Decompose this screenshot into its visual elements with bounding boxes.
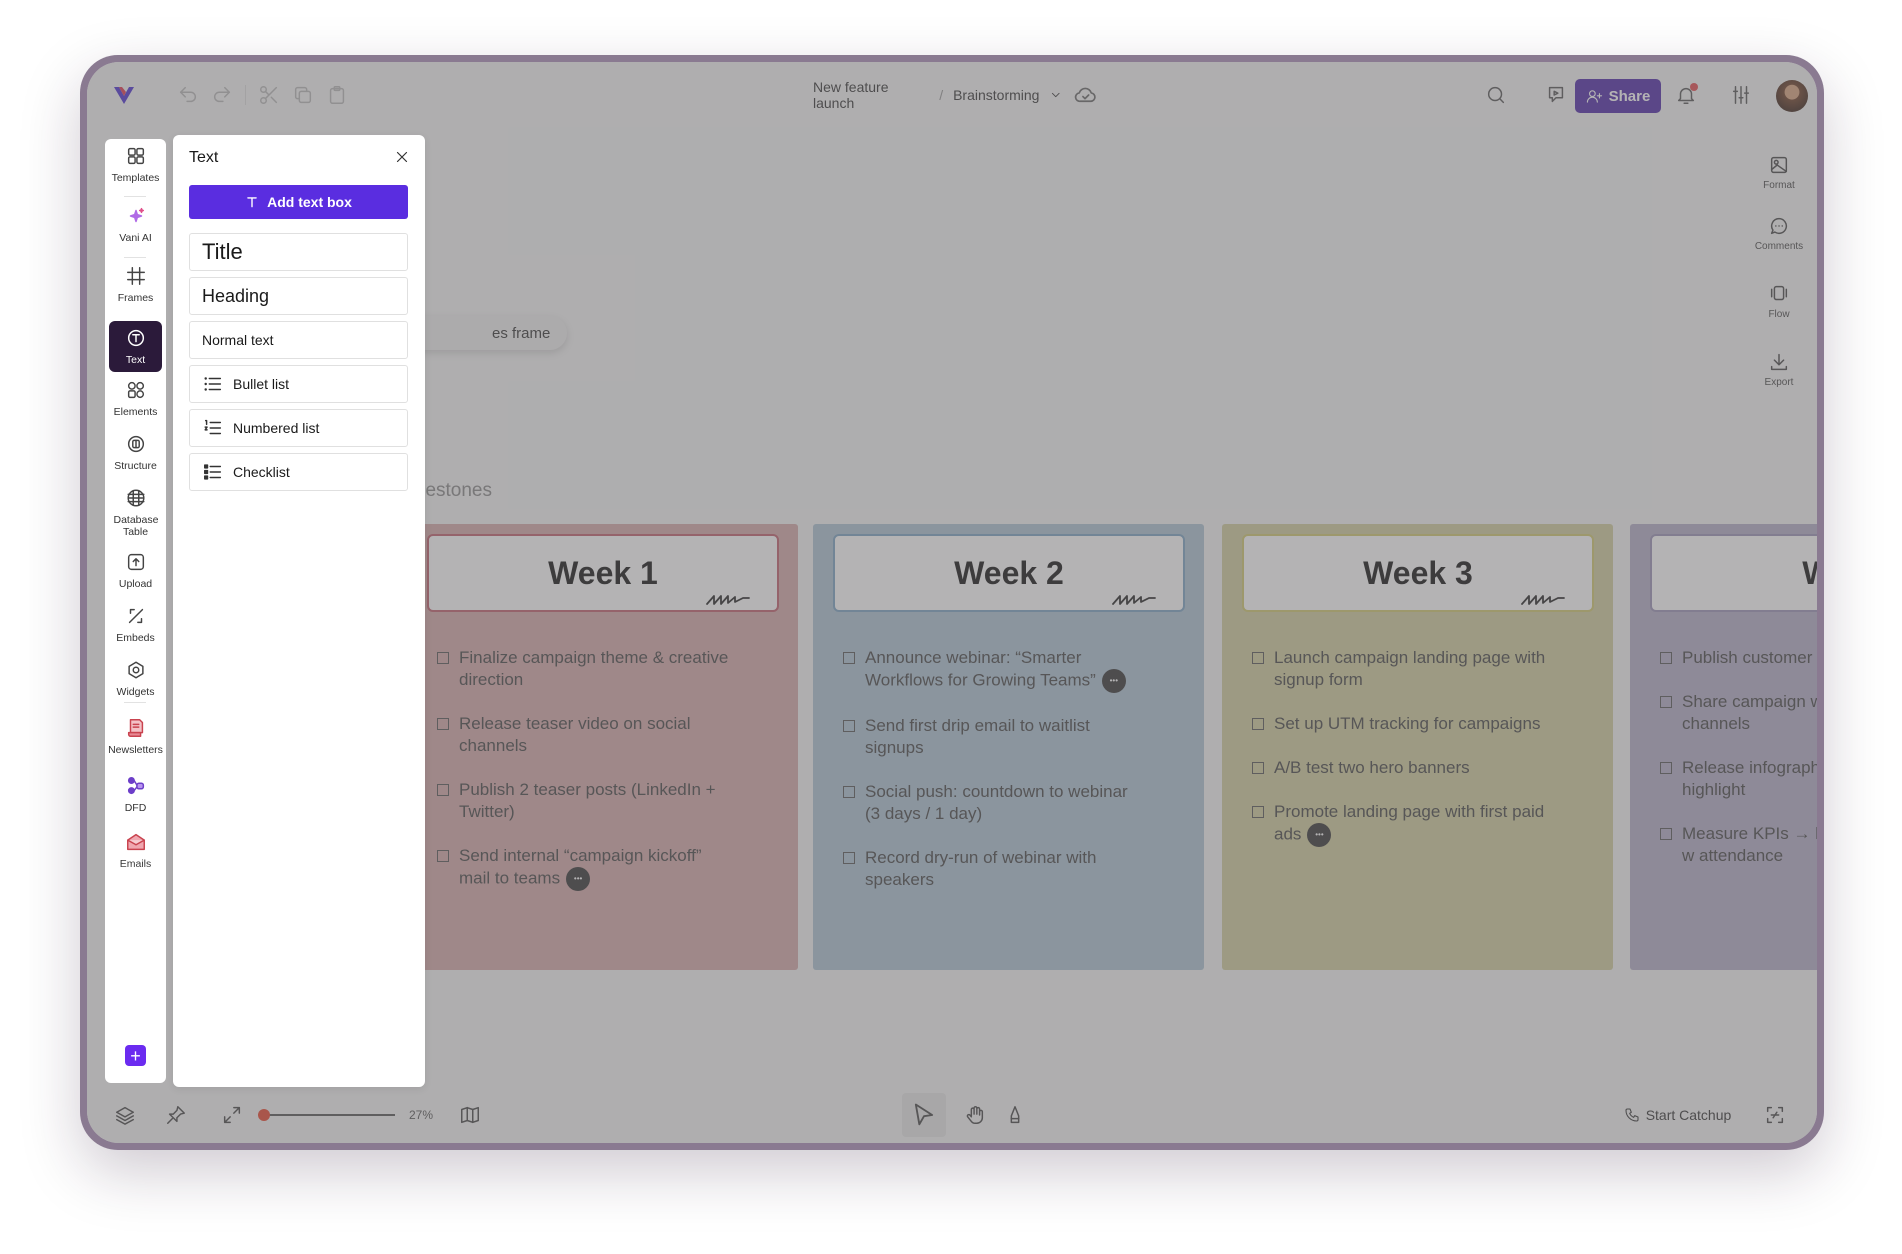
numbered-list-icon [202, 417, 224, 439]
left-tool-label: DFD [124, 802, 147, 814]
option-label: Numbered list [233, 420, 320, 436]
text-option-normal[interactable]: Normal text [189, 321, 408, 359]
left-tool-templates[interactable]: Templates [109, 145, 162, 184]
app-window-frame: New feature launch / Brainstorming Share… [80, 55, 1824, 1150]
left-tool-label: Database Table [113, 514, 159, 539]
option-label: Normal text [202, 332, 274, 348]
grid-icon [125, 145, 147, 167]
left-tool-label: Emails [119, 858, 152, 870]
left-tool-frames[interactable]: Frames [109, 265, 162, 304]
left-toolbar: Templates Vani AI Frames Text Elements Struct… [105, 139, 166, 1083]
add-text-box-button[interactable]: Add text box [189, 185, 408, 219]
left-tool-newsletters[interactable]: Newsletters [108, 717, 163, 756]
add-tool-button[interactable]: + [125, 1045, 146, 1066]
widget-icon [125, 659, 147, 681]
bullet-list-icon [202, 373, 224, 395]
upload-icon [125, 551, 147, 573]
text-option-title[interactable]: Title [189, 233, 408, 271]
dfd-icon [125, 775, 147, 797]
left-tool-label: Upload [118, 578, 153, 590]
text-option-checklist[interactable]: Checklist [189, 453, 408, 491]
text-icon [125, 327, 147, 349]
shapes-icon [125, 379, 147, 401]
left-tool-label: Embeds [116, 632, 155, 644]
left-tool-label: Text [125, 354, 146, 366]
checklist-icon [202, 461, 224, 483]
newsletter-icon [125, 717, 147, 739]
left-tool-upload[interactable]: Upload [109, 551, 162, 590]
option-label: Checklist [233, 464, 290, 480]
left-tool-label: Newsletters [108, 744, 163, 756]
toolbar-divider [124, 196, 146, 197]
email-icon [125, 831, 147, 853]
text-t-icon [245, 195, 259, 209]
add-text-box-label: Add text box [267, 194, 352, 210]
left-tool-structure[interactable]: Structure [109, 433, 162, 472]
text-option-numbered-list[interactable]: Numbered list [189, 409, 408, 447]
text-option-heading[interactable]: Heading [189, 277, 408, 315]
left-tool-vani-ai[interactable]: Vani AI [109, 205, 162, 244]
left-tool-label: Templates [111, 172, 160, 184]
database-table-icon [125, 487, 147, 509]
text-option-bullet-list[interactable]: Bullet list [189, 365, 408, 403]
left-tool-database-table[interactable]: Database Table [109, 487, 162, 538]
close-icon[interactable] [393, 148, 411, 166]
left-tool-text[interactable]: Text [109, 321, 162, 373]
left-tool-dfd[interactable]: DFD [109, 775, 162, 814]
embed-icon [125, 605, 147, 627]
text-panel: Text Add text box Title Heading Normal t… [173, 135, 425, 1087]
option-label: Heading [202, 285, 270, 306]
sparkle-icon [125, 205, 147, 227]
frame-icon [125, 265, 147, 287]
left-tool-label: Elements [113, 406, 158, 418]
toolbar-divider [124, 257, 146, 258]
left-tool-label: Vani AI [119, 232, 152, 244]
panel-title: Text [189, 149, 219, 166]
left-tool-emails[interactable]: Emails [109, 831, 162, 870]
toolbar-divider [124, 702, 146, 703]
left-tool-label: Structure [114, 460, 157, 472]
whiteboard-app: New feature launch / Brainstorming Share… [87, 62, 1817, 1143]
structure-icon [125, 433, 147, 455]
left-tool-embeds[interactable]: Embeds [109, 605, 162, 644]
option-label: Bullet list [233, 376, 290, 392]
left-tool-elements[interactable]: Elements [109, 379, 162, 418]
left-tool-label: Widgets [116, 686, 155, 698]
left-tool-label: Frames [117, 292, 154, 304]
left-tool-widgets[interactable]: Widgets [109, 659, 162, 698]
option-label: Title [202, 239, 243, 264]
